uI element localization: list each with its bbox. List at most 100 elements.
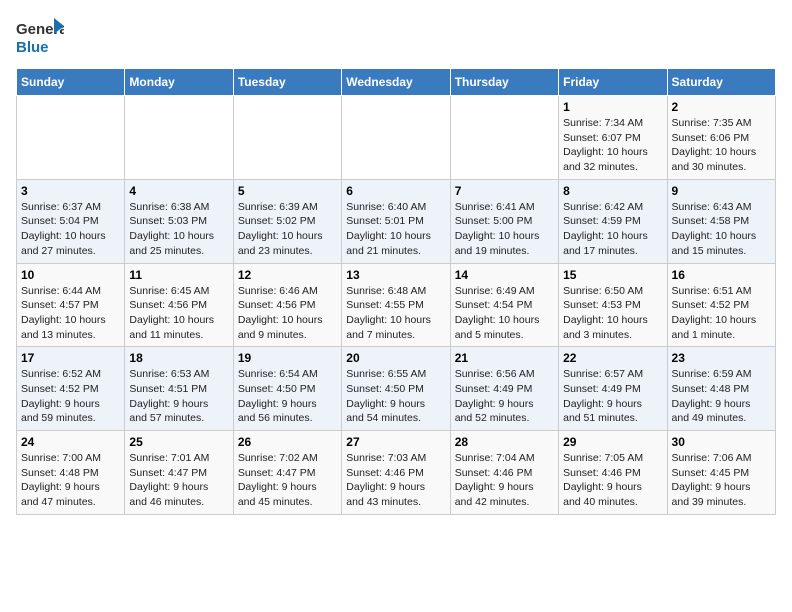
calendar-cell: 2 Sunrise: 7:35 AM Sunset: 6:06 PM Daylig… <box>667 96 775 180</box>
calendar-cell: 22Sunrise: 6:57 AM Sunset: 4:49 PM Dayli… <box>559 347 667 431</box>
day-info: Sunrise: 7:02 AM Sunset: 4:47 PM Dayligh… <box>238 451 337 510</box>
day-info: Sunrise: 6:41 AM Sunset: 5:00 PM Dayligh… <box>455 200 554 259</box>
weekday-header: Tuesday <box>233 69 341 96</box>
day-number: 20 <box>346 351 445 365</box>
calendar-cell: 3 Sunrise: 6:37 AM Sunset: 5:04 PM Daylig… <box>17 179 125 263</box>
calendar-cell: 6Sunrise: 6:40 AM Sunset: 5:01 PM Daylig… <box>342 179 450 263</box>
day-number: 10 <box>21 268 120 282</box>
weekday-header: Friday <box>559 69 667 96</box>
page-header: General Blue <box>16 16 776 58</box>
day-info: Sunrise: 6:54 AM Sunset: 4:50 PM Dayligh… <box>238 367 337 426</box>
weekday-header: Thursday <box>450 69 558 96</box>
calendar-cell: 1Sunrise: 7:34 AM Sunset: 6:07 PM Daylig… <box>559 96 667 180</box>
day-info: Sunrise: 6:48 AM Sunset: 4:55 PM Dayligh… <box>346 284 445 343</box>
day-number: 3 <box>21 184 120 198</box>
svg-text:Blue: Blue <box>16 39 49 56</box>
day-info: Sunrise: 6:51 AM Sunset: 4:52 PM Dayligh… <box>672 284 771 343</box>
calendar-table: SundayMondayTuesdayWednesdayThursdayFrid… <box>16 68 776 515</box>
day-info: Sunrise: 7:35 AM Sunset: 6:06 PM Dayligh… <box>672 116 771 175</box>
weekday-header: Saturday <box>667 69 775 96</box>
weekday-header: Wednesday <box>342 69 450 96</box>
day-number: 8 <box>563 184 662 198</box>
calendar-cell: 26 Sunrise: 7:02 AM Sunset: 4:47 PM Dayli… <box>233 431 341 515</box>
day-info: Sunrise: 7:06 AM Sunset: 4:45 PM Dayligh… <box>672 451 771 510</box>
day-info: Sunrise: 7:03 AM Sunset: 4:46 PM Dayligh… <box>346 451 445 510</box>
day-number: 4 <box>129 184 228 198</box>
calendar-cell: 23Sunrise: 6:59 AM Sunset: 4:48 PM Dayli… <box>667 347 775 431</box>
day-number: 25 <box>129 435 228 449</box>
calendar-cell: 9 Sunrise: 6:43 AM Sunset: 4:58 PM Daylig… <box>667 179 775 263</box>
day-info: Sunrise: 6:45 AM Sunset: 4:56 PM Dayligh… <box>129 284 228 343</box>
calendar-cell: 5 Sunrise: 6:39 AM Sunset: 5:02 PM Daylig… <box>233 179 341 263</box>
calendar-cell <box>233 96 341 180</box>
logo-svg: General Blue <box>16 16 64 58</box>
day-info: Sunrise: 7:01 AM Sunset: 4:47 PM Dayligh… <box>129 451 228 510</box>
calendar-cell: 12Sunrise: 6:46 AM Sunset: 4:56 PM Dayli… <box>233 263 341 347</box>
calendar-cell <box>450 96 558 180</box>
calendar-cell: 21 Sunrise: 6:56 AM Sunset: 4:49 PM Dayli… <box>450 347 558 431</box>
day-number: 29 <box>563 435 662 449</box>
logo: General Blue <box>16 16 64 58</box>
day-info: Sunrise: 6:57 AM Sunset: 4:49 PM Dayligh… <box>563 367 662 426</box>
calendar-cell: 19 Sunrise: 6:54 AM Sunset: 4:50 PM Dayli… <box>233 347 341 431</box>
weekday-header: Sunday <box>17 69 125 96</box>
day-number: 5 <box>238 184 337 198</box>
calendar-cell: 8 Sunrise: 6:42 AM Sunset: 4:59 PM Daylig… <box>559 179 667 263</box>
calendar-header: SundayMondayTuesdayWednesdayThursdayFrid… <box>17 69 776 96</box>
day-number: 13 <box>346 268 445 282</box>
day-number: 21 <box>455 351 554 365</box>
calendar-cell <box>125 96 233 180</box>
calendar-week-row: 1Sunrise: 7:34 AM Sunset: 6:07 PM Daylig… <box>17 96 776 180</box>
calendar-week-row: 3 Sunrise: 6:37 AM Sunset: 5:04 PM Daylig… <box>17 179 776 263</box>
day-info: Sunrise: 6:53 AM Sunset: 4:51 PM Dayligh… <box>129 367 228 426</box>
calendar-cell: 24 Sunrise: 7:00 AM Sunset: 4:48 PM Dayli… <box>17 431 125 515</box>
calendar-cell: 29 Sunrise: 7:05 AM Sunset: 4:46 PM Dayli… <box>559 431 667 515</box>
day-number: 11 <box>129 268 228 282</box>
day-number: 7 <box>455 184 554 198</box>
day-number: 27 <box>346 435 445 449</box>
day-info: Sunrise: 7:04 AM Sunset: 4:46 PM Dayligh… <box>455 451 554 510</box>
calendar-cell: 28Sunrise: 7:04 AM Sunset: 4:46 PM Dayli… <box>450 431 558 515</box>
day-number: 30 <box>672 435 771 449</box>
calendar-cell: 18Sunrise: 6:53 AM Sunset: 4:51 PM Dayli… <box>125 347 233 431</box>
calendar-cell: 4 Sunrise: 6:38 AM Sunset: 5:03 PM Daylig… <box>125 179 233 263</box>
calendar-cell: 13 Sunrise: 6:48 AM Sunset: 4:55 PM Dayli… <box>342 263 450 347</box>
calendar-cell: 16 Sunrise: 6:51 AM Sunset: 4:52 PM Dayli… <box>667 263 775 347</box>
day-info: Sunrise: 6:46 AM Sunset: 4:56 PM Dayligh… <box>238 284 337 343</box>
weekday-header: Monday <box>125 69 233 96</box>
day-number: 24 <box>21 435 120 449</box>
day-info: Sunrise: 6:49 AM Sunset: 4:54 PM Dayligh… <box>455 284 554 343</box>
day-info: Sunrise: 6:55 AM Sunset: 4:50 PM Dayligh… <box>346 367 445 426</box>
day-info: Sunrise: 7:00 AM Sunset: 4:48 PM Dayligh… <box>21 451 120 510</box>
day-info: Sunrise: 6:42 AM Sunset: 4:59 PM Dayligh… <box>563 200 662 259</box>
day-info: Sunrise: 6:43 AM Sunset: 4:58 PM Dayligh… <box>672 200 771 259</box>
calendar-cell: 17Sunrise: 6:52 AM Sunset: 4:52 PM Dayli… <box>17 347 125 431</box>
day-number: 14 <box>455 268 554 282</box>
day-number: 19 <box>238 351 337 365</box>
day-info: Sunrise: 6:40 AM Sunset: 5:01 PM Dayligh… <box>346 200 445 259</box>
day-number: 26 <box>238 435 337 449</box>
day-number: 16 <box>672 268 771 282</box>
day-info: Sunrise: 6:37 AM Sunset: 5:04 PM Dayligh… <box>21 200 120 259</box>
calendar-cell: 27 Sunrise: 7:03 AM Sunset: 4:46 PM Dayli… <box>342 431 450 515</box>
calendar-week-row: 10 Sunrise: 6:44 AM Sunset: 4:57 PM Dayli… <box>17 263 776 347</box>
calendar-cell: 25 Sunrise: 7:01 AM Sunset: 4:47 PM Dayli… <box>125 431 233 515</box>
day-info: Sunrise: 7:05 AM Sunset: 4:46 PM Dayligh… <box>563 451 662 510</box>
calendar-cell <box>342 96 450 180</box>
calendar-body: 1Sunrise: 7:34 AM Sunset: 6:07 PM Daylig… <box>17 96 776 515</box>
calendar-cell: 14 Sunrise: 6:49 AM Sunset: 4:54 PM Dayli… <box>450 263 558 347</box>
day-info: Sunrise: 6:38 AM Sunset: 5:03 PM Dayligh… <box>129 200 228 259</box>
calendar-cell: 15 Sunrise: 6:50 AM Sunset: 4:53 PM Dayli… <box>559 263 667 347</box>
day-number: 23 <box>672 351 771 365</box>
day-number: 15 <box>563 268 662 282</box>
day-info: Sunrise: 6:56 AM Sunset: 4:49 PM Dayligh… <box>455 367 554 426</box>
day-info: Sunrise: 7:34 AM Sunset: 6:07 PM Dayligh… <box>563 116 662 175</box>
day-number: 9 <box>672 184 771 198</box>
day-number: 2 <box>672 100 771 114</box>
day-info: Sunrise: 6:50 AM Sunset: 4:53 PM Dayligh… <box>563 284 662 343</box>
calendar-cell: 10 Sunrise: 6:44 AM Sunset: 4:57 PM Dayli… <box>17 263 125 347</box>
day-info: Sunrise: 6:44 AM Sunset: 4:57 PM Dayligh… <box>21 284 120 343</box>
calendar-week-row: 17Sunrise: 6:52 AM Sunset: 4:52 PM Dayli… <box>17 347 776 431</box>
calendar-cell: 20 Sunrise: 6:55 AM Sunset: 4:50 PM Dayli… <box>342 347 450 431</box>
day-info: Sunrise: 6:39 AM Sunset: 5:02 PM Dayligh… <box>238 200 337 259</box>
